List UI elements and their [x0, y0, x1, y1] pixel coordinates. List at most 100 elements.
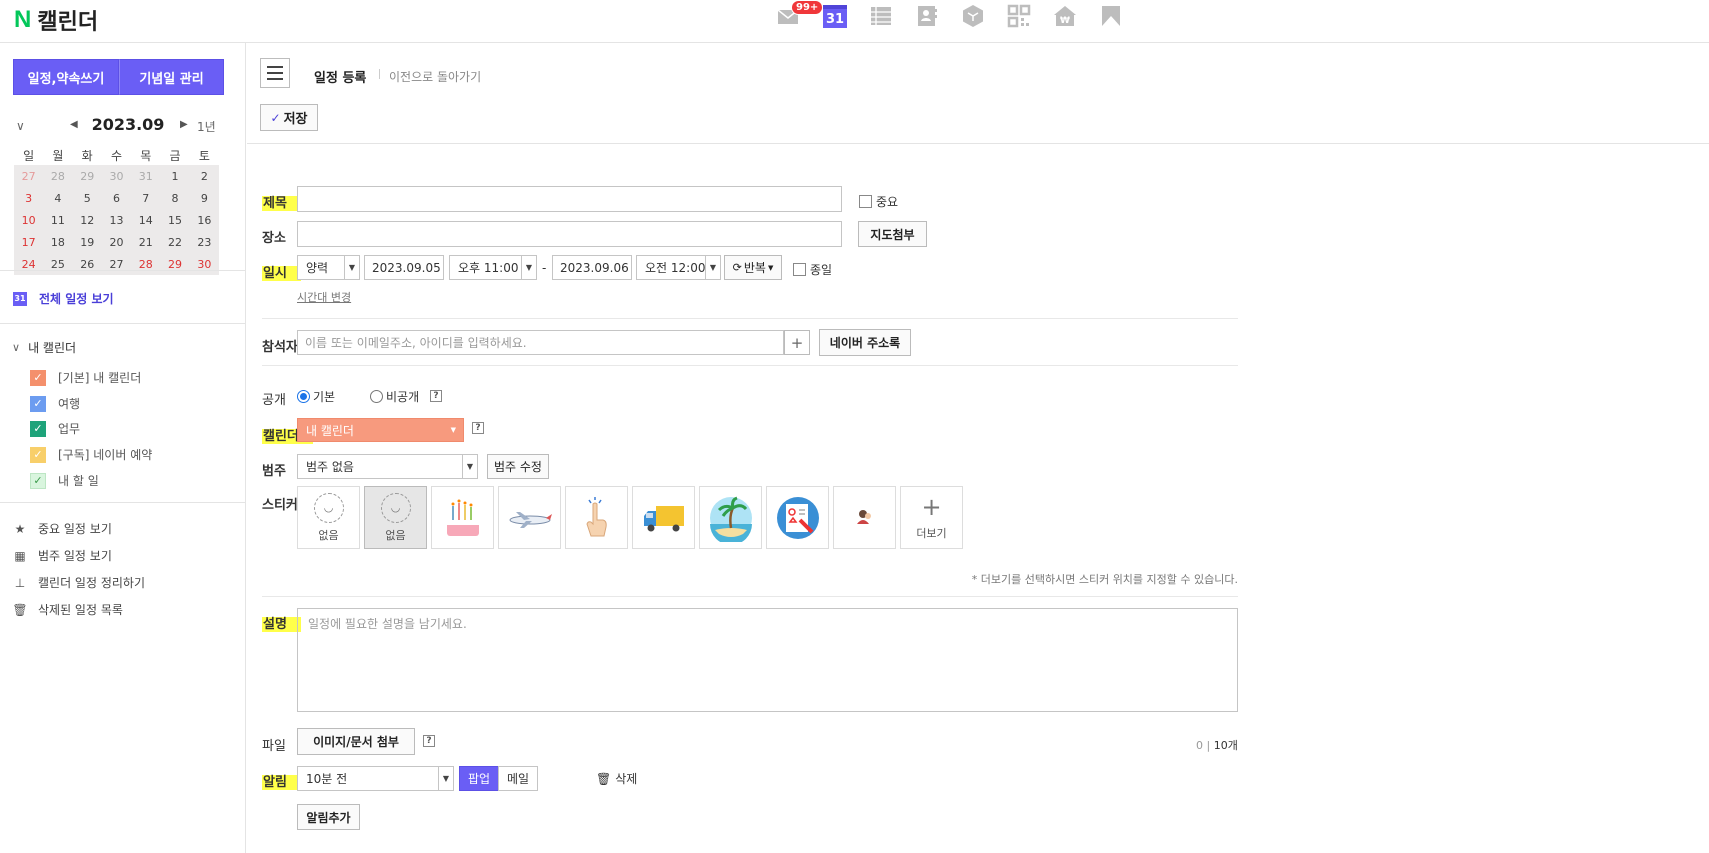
sticker-cake[interactable]	[431, 486, 494, 549]
mini-calendar-day[interactable]: 20	[101, 231, 132, 253]
save-button[interactable]: ✓ 저장	[260, 104, 318, 131]
file-help-icon[interactable]: ?	[423, 735, 435, 747]
naver-calendar-logo[interactable]: N 캘린더	[14, 4, 98, 36]
mini-calendar-day[interactable]: 28	[43, 165, 73, 187]
sticker-hand[interactable]	[565, 486, 628, 549]
pay-icon[interactable]: ₩	[1052, 3, 1078, 29]
mini-calendar-day[interactable]: 8	[160, 187, 190, 209]
mini-calendar-day[interactable]: 27	[14, 165, 44, 187]
mini-calendar-day[interactable]: 5	[72, 187, 102, 209]
map-attach-button[interactable]: 지도첨부	[858, 221, 927, 247]
mini-calendar-day[interactable]: 25	[43, 253, 73, 275]
all-schedule-view[interactable]: 31 전체 일정 보기	[13, 290, 114, 307]
mini-calendar-day[interactable]: 21	[131, 231, 161, 253]
calendar-check-icon[interactable]: ✓	[30, 420, 46, 437]
collapse-icon[interactable]: ∨	[16, 119, 25, 133]
menu-button[interactable]	[260, 58, 290, 88]
mini-calendar-day[interactable]: 15	[160, 209, 190, 231]
sticker-beach[interactable]	[699, 486, 762, 549]
calendar-check-icon[interactable]: ✓	[30, 395, 46, 412]
calendar-check-icon[interactable]: ✓	[30, 446, 46, 463]
sidebar-link[interactable]: ⊥ 캘린더 일정 정리하기	[12, 574, 145, 591]
mini-calendar-day[interactable]: 29	[72, 165, 102, 187]
all-day-checkbox-box[interactable]	[793, 263, 806, 276]
visibility-help-icon[interactable]: ?	[430, 390, 442, 402]
mini-calendar-day[interactable]: 13	[101, 209, 132, 231]
visibility-private-radio[interactable]: 비공개	[370, 388, 419, 405]
category-select[interactable]: 범주 없음 ▼	[297, 454, 478, 479]
address-book-button[interactable]: 네이버 주소록	[819, 329, 911, 356]
mini-calendar-day[interactable]: 18	[43, 231, 73, 253]
attendee-input[interactable]: 이름 또는 이메일주소, 아이디를 입력하세요.	[297, 330, 784, 355]
mini-calendar-day[interactable]: 30	[189, 253, 219, 275]
timezone-link[interactable]: 시간대 변경	[297, 289, 351, 305]
write-schedule-button[interactable]: 일정,약속쓰기	[13, 59, 119, 95]
important-checkbox-box[interactable]	[859, 195, 872, 208]
calendar-check-icon[interactable]: ✓	[30, 369, 46, 386]
mini-calendar-day[interactable]: 30	[101, 165, 132, 187]
description-textarea[interactable]: 일정에 필요한 설명을 남기세요.	[297, 608, 1238, 712]
mini-calendar-day[interactable]: 3	[14, 187, 44, 209]
important-checkbox[interactable]: 중요	[859, 193, 898, 210]
alarm-delete-button[interactable]: 🗑 삭제	[596, 770, 637, 787]
mini-calendar-day[interactable]: 28	[131, 253, 161, 275]
calendar-type-select[interactable]: 양력 ▼	[297, 255, 360, 280]
mini-calendar-day[interactable]: 29	[160, 253, 190, 275]
all-day-checkbox[interactable]: 종일	[793, 261, 832, 278]
mini-calendar-day[interactable]: 17	[14, 231, 44, 253]
alarm-popup-button[interactable]: 팝업	[459, 766, 499, 791]
mini-calendar-day[interactable]: 7	[131, 187, 161, 209]
my-calendar-header[interactable]: ∨ 내 캘린더	[12, 339, 76, 356]
prev-month-icon[interactable]: ◀	[70, 119, 78, 130]
list-icon[interactable]	[868, 3, 894, 29]
box-icon[interactable]	[960, 3, 986, 29]
sticker-document[interactable]	[766, 486, 829, 549]
mini-calendar-day[interactable]: 11	[43, 209, 73, 231]
calendar-icon[interactable]: 31	[822, 3, 848, 29]
radio-unchecked-icon[interactable]	[370, 390, 383, 403]
calendar-item[interactable]: ✓ 여행	[30, 395, 80, 412]
calendar-item[interactable]: ✓ [구독] 네이버 예약	[30, 446, 152, 463]
calendar-select[interactable]: 내 캘린더 ▼	[297, 418, 464, 442]
sidebar-link[interactable]: 🗑 삭제된 일정 목록	[12, 601, 123, 618]
back-link[interactable]: 이전으로 돌아가기	[389, 68, 481, 85]
radio-checked-icon[interactable]	[297, 390, 310, 403]
mini-calendar-day[interactable]: 16	[189, 209, 219, 231]
sticker-person[interactable]	[833, 486, 896, 549]
mini-calendar-day[interactable]: 24	[14, 253, 44, 275]
repeat-button[interactable]: ⟳ 반복 ▼	[724, 255, 782, 280]
bookmark-icon[interactable]	[1098, 3, 1124, 29]
next-month-icon[interactable]: ▶	[180, 119, 188, 130]
mini-calendar-day[interactable]: 10	[14, 209, 44, 231]
mini-calendar-day[interactable]: 22	[160, 231, 190, 253]
calendar-item[interactable]: ✓ [기본] 내 캘린더	[30, 369, 141, 386]
sticker-truck[interactable]	[632, 486, 695, 549]
sticker-none-1[interactable]: ◡ 없음	[297, 486, 360, 549]
mini-calendar-day[interactable]: 2	[189, 165, 219, 187]
mini-calendar-day[interactable]: 4	[43, 187, 73, 209]
attach-file-button[interactable]: 이미지/문서 첨부	[297, 728, 415, 755]
sticker-airplane[interactable]	[498, 486, 561, 549]
mini-calendar-day[interactable]: 12	[72, 209, 102, 231]
mini-calendar-day[interactable]: 19	[72, 231, 102, 253]
sidebar-link[interactable]: ▦ 범주 일정 보기	[12, 547, 112, 564]
category-edit-button[interactable]: 범주 수정	[487, 454, 549, 479]
title-input[interactable]	[297, 186, 842, 212]
mini-calendar-day[interactable]: 1	[160, 165, 190, 187]
end-date-input[interactable]: 2023.09.06	[552, 255, 632, 280]
calendar-help-icon[interactable]: ?	[472, 422, 484, 434]
start-date-input[interactable]: 2023.09.05	[364, 255, 444, 280]
mini-calendar-day[interactable]: 9	[189, 187, 219, 209]
mini-calendar-day[interactable]: 6	[101, 187, 132, 209]
alarm-select[interactable]: 10분 전 ▼	[297, 766, 454, 791]
mini-calendar-day[interactable]: 26	[72, 253, 102, 275]
sidebar-link[interactable]: ★ 중요 일정 보기	[12, 520, 112, 537]
calendar-item[interactable]: ✓ 업무	[30, 420, 80, 437]
mini-calendar-day[interactable]: 31	[131, 165, 161, 187]
calendar-item[interactable]: ✓ 내 할 일	[30, 472, 99, 489]
calendar-check-icon[interactable]: ✓	[30, 472, 46, 489]
mail-icon[interactable]: 99+	[776, 0, 824, 29]
mini-calendar-day[interactable]: 23	[189, 231, 219, 253]
anniversary-button[interactable]: 기념일 관리	[119, 59, 224, 95]
sticker-none-2[interactable]: ◡ 없음	[364, 486, 427, 549]
